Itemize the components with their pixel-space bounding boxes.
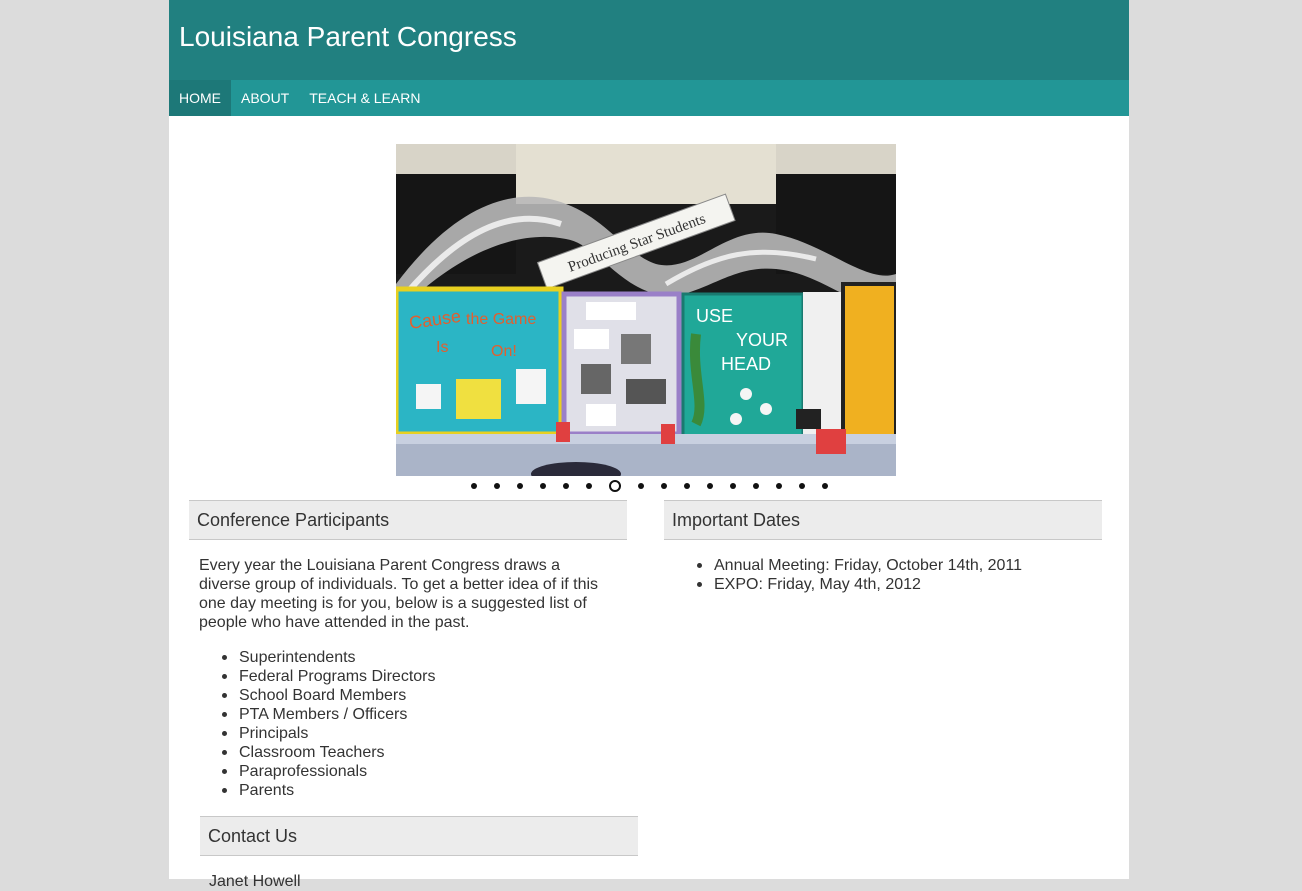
list-item: School Board Members <box>222 686 436 705</box>
list-item-text: Principals <box>239 725 309 742</box>
list-item: EXPO: Friday, May 4th, 2012 <box>697 575 1022 594</box>
list-item: Annual Meeting: Friday, October 14th, 20… <box>697 556 1023 575</box>
slideshow-dot[interactable] <box>470 483 477 489</box>
slideshow-image[interactable]: Producing Star Students Cause the Game I… <box>396 144 896 476</box>
list-item-text: EXPO: Friday, May 4th, 2012 <box>714 576 921 593</box>
nav-item-about[interactable]: ABOUT <box>231 80 299 116</box>
list-item: Paraprofessionals <box>222 762 436 781</box>
exhibit-booth-photo: Producing Star Students Cause the Game I… <box>396 144 896 476</box>
slideshow-dot[interactable] <box>637 483 644 489</box>
bullet-icon <box>222 674 227 679</box>
list-item: Parents <box>222 781 436 800</box>
participants-intro: Every year the Louisiana Parent Congress… <box>199 557 599 631</box>
dates-heading: Important Dates <box>664 500 1102 540</box>
slideshow-dot[interactable] <box>562 483 569 489</box>
list-item: PTA Members / Officers <box>222 705 436 724</box>
attendee-list: Superintendents Federal Programs Directo… <box>222 648 436 800</box>
bullet-icon <box>222 731 227 736</box>
svg-text:On!: On! <box>491 343 517 360</box>
list-item-text: Federal Programs Directors <box>239 668 436 685</box>
svg-text:Is: Is <box>436 339 448 356</box>
list-item: Superintendents <box>222 648 436 667</box>
slideshow-dot[interactable] <box>821 483 828 489</box>
list-item-text: Superintendents <box>239 649 356 666</box>
svg-text:YOUR: YOUR <box>736 330 788 350</box>
bullet-icon <box>222 769 227 774</box>
list-item: Classroom Teachers <box>222 743 436 762</box>
slideshow-dot[interactable] <box>539 483 546 489</box>
slideshow-dot[interactable] <box>706 483 713 489</box>
list-item-text: Parents <box>239 782 295 799</box>
slideshow-dot[interactable] <box>660 483 667 489</box>
bullet-icon <box>222 655 227 660</box>
svg-text:the Game: the Game <box>466 311 536 328</box>
bullet-icon <box>222 693 227 698</box>
list-item-text: Classroom Teachers <box>239 744 385 761</box>
slideshow-dot[interactable] <box>752 483 759 489</box>
list-item-text: School Board Members <box>239 687 407 704</box>
list-item-text: Annual Meeting: Friday, October 14th, 20… <box>714 557 1023 574</box>
bullet-icon <box>222 712 227 717</box>
bullet-icon <box>222 750 227 755</box>
bullet-icon <box>697 582 702 587</box>
slideshow-dot[interactable] <box>798 483 805 489</box>
site-header: Louisiana Parent Congress <box>169 0 1129 80</box>
dates-list: Annual Meeting: Friday, October 14th, 20… <box>697 556 1023 594</box>
list-item-text: Paraprofessionals <box>239 763 368 780</box>
page-container: Louisiana Parent Congress HOME ABOUT TEA… <box>169 0 1129 890</box>
svg-text:HEAD: HEAD <box>721 354 771 374</box>
nav-item-home[interactable]: HOME <box>169 80 231 116</box>
slideshow-dot[interactable] <box>729 483 736 489</box>
contact-heading: Contact Us <box>200 816 638 856</box>
list-item: Federal Programs Directors <box>222 667 436 686</box>
slideshow-dot[interactable] <box>585 483 592 489</box>
slideshow-dot[interactable] <box>683 483 690 489</box>
site-title[interactable]: Louisiana Parent Congress <box>179 20 517 54</box>
nav-item-teach-learn[interactable]: TEACH & LEARN <box>299 80 430 116</box>
slideshow-dot[interactable] <box>608 480 621 492</box>
participants-heading: Conference Participants <box>189 500 627 540</box>
bullet-icon <box>697 563 702 568</box>
svg-text:USE: USE <box>696 306 733 326</box>
slideshow-dot[interactable] <box>493 483 500 489</box>
list-item: Principals <box>222 724 436 743</box>
list-item-text: PTA Members / Officers <box>239 706 408 723</box>
slideshow-dots <box>169 480 1129 492</box>
slideshow-dot[interactable] <box>775 483 782 489</box>
bullet-icon <box>222 788 227 793</box>
slideshow-dot[interactable] <box>516 483 523 489</box>
main-nav: HOME ABOUT TEACH & LEARN <box>169 80 1129 116</box>
contact-name: Janet Howell <box>209 873 301 890</box>
